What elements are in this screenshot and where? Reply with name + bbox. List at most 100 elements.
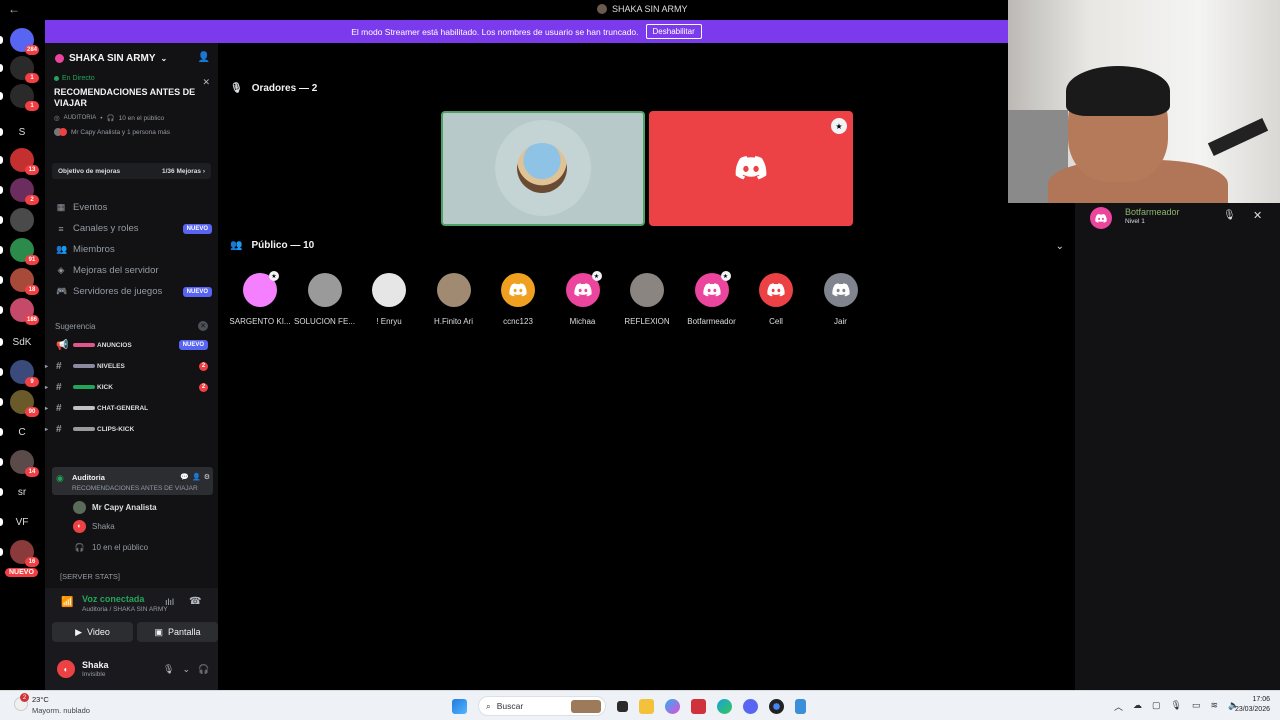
close-icon[interactable]: ✕ (1253, 209, 1262, 222)
dismiss-icon[interactable]: ✕ (198, 321, 208, 331)
discord-icon[interactable] (743, 698, 758, 714)
chat-icon[interactable]: 💬 (180, 473, 189, 481)
channel-item[interactable]: 📢 ANUNCIOS NUEVO (45, 335, 218, 355)
audience-member[interactable]: ! Enryu (357, 273, 421, 326)
chrome-icon[interactable] (769, 698, 784, 714)
screen-share-button[interactable]: ▣ Pantalla (137, 622, 218, 642)
close-icon[interactable]: ✕ (202, 77, 210, 88)
display-icon[interactable]: ▭ (1192, 700, 1201, 713)
wps-office-icon[interactable] (691, 698, 706, 714)
mention-badge: 13 (25, 165, 39, 175)
server-icon[interactable]: 9 (10, 360, 39, 387)
server-avatar-icon (597, 4, 607, 14)
server-icon[interactable]: S (10, 120, 34, 144)
server-icon[interactable]: 14 (10, 450, 39, 477)
back-arrow-icon[interactable]: ← (8, 2, 20, 16)
channel-item[interactable]: ▸ # NIVELES 2 (45, 356, 218, 376)
speaker-tile[interactable]: ★ (649, 111, 853, 226)
disable-streamer-button[interactable]: Deshabilitar (645, 24, 702, 39)
disconnect-icon[interactable]: ☎ (189, 596, 201, 607)
voice-channel-auditoria[interactable]: ◉ Auditoria RECOMENDACIONES ANTES DE VIA… (52, 467, 213, 495)
server-icon[interactable]: 91 (10, 238, 39, 265)
server-icon[interactable]: 13 (10, 148, 39, 175)
file-explorer-icon[interactable] (639, 698, 654, 714)
microphone-icon[interactable]: 🎙 (1171, 700, 1182, 713)
edge-icon[interactable] (717, 698, 732, 714)
server-icon[interactable]: SdK (10, 330, 34, 354)
taskbar-clock[interactable]: 17:06 23/03/2026 (1226, 695, 1270, 715)
menu-item-channels[interactable]: ≡ Canales y roles NUEVO (52, 218, 212, 239)
server-icon[interactable]: 284 (10, 28, 39, 55)
caret-right-icon[interactable]: ▸ (45, 384, 48, 391)
audience-member[interactable]: REFLEXION (615, 273, 679, 326)
noise-suppression-icon[interactable]: ılıl (165, 597, 174, 607)
server-icon[interactable]: 2 (10, 178, 39, 205)
server-icon[interactable]: sr (10, 480, 34, 504)
headphones-icon: 🎧 (106, 115, 115, 122)
unread-pill (0, 398, 3, 406)
caret-right-icon[interactable]: ▸ (45, 363, 48, 370)
mention-badge: 284 (24, 45, 39, 55)
task-view-icon[interactable] (617, 700, 628, 712)
avatar[interactable]: ◐ (57, 660, 75, 678)
notepad-icon[interactable] (795, 698, 806, 714)
cloud-icon[interactable]: ☁ (1133, 700, 1142, 713)
copilot-icon[interactable] (665, 698, 680, 714)
audience-member[interactable]: ★ SARGENTO KI... (228, 271, 292, 326)
server-icon[interactable]: 18 (10, 268, 39, 295)
add-member-icon[interactable]: 👤 (198, 52, 210, 63)
server-icon[interactable]: 16 (10, 540, 39, 567)
server-icon[interactable]: 1 (10, 84, 39, 111)
chevron-down-icon[interactable]: ⌄ (1056, 241, 1064, 252)
microphone-icon[interactable]: 🎙 (163, 664, 174, 675)
channel-item[interactable]: ▸ # CLIPS-KICK (45, 419, 218, 439)
signal-icon[interactable]: 📶 (61, 597, 73, 608)
server-icon[interactable]: 186 (10, 298, 39, 325)
server-icon[interactable]: VF (10, 510, 34, 534)
gear-icon[interactable]: ⚙ (204, 473, 210, 481)
speakers-header: 🎙 Oradores — 2 (230, 83, 317, 94)
server-icon[interactable]: 90 (10, 390, 39, 417)
headphones-icon[interactable]: 🎧 (198, 664, 209, 675)
menu-item-boost[interactable]: ◈ Mejoras del servidor (52, 260, 212, 281)
audience-member[interactable]: ★ Michaa (551, 271, 615, 326)
audience-member[interactable]: H.Finito Ari (422, 273, 486, 326)
caret-right-icon[interactable]: ▸ (45, 405, 48, 412)
video-button[interactable]: ▶ Video (52, 622, 133, 642)
chevron-down-icon[interactable]: ⌄ (182, 664, 190, 675)
voice-member[interactable]: ◐ Shaka (73, 517, 115, 535)
speaker-tile[interactable] (441, 111, 645, 226)
moderator-icon: ★ (591, 271, 602, 281)
stage-audience-count: 10 en el público (118, 114, 165, 122)
weather-badge: 2 (20, 693, 29, 702)
channel-item[interactable]: ▸ # KICK 2 (45, 377, 218, 397)
voice-member[interactable]: Mr Capy Analista (73, 498, 157, 516)
live-stage-card[interactable]: En Directo ✕ RECOMENDACIONES ANTES DE VI… (50, 75, 213, 155)
audience-member[interactable]: Cell (744, 273, 808, 326)
invite-to-speak-icon[interactable]: 🎙 (1223, 210, 1236, 221)
menu-item-gamepad[interactable]: 🎮 Servidores de juegos NUEVO (52, 281, 212, 302)
channel-item[interactable]: ▸ # CHAT-GENERAL (45, 398, 218, 418)
audience-member[interactable]: Jair (809, 273, 873, 326)
caret-right-icon[interactable]: ▸ (45, 426, 48, 433)
discord-logo-icon (767, 283, 785, 297)
audience-member[interactable]: ★ Botfarmeador (680, 271, 744, 326)
tray-app-icon[interactable]: ▢ (1152, 700, 1161, 713)
menu-item-members[interactable]: 👥 Miembros (52, 239, 212, 260)
server-icon[interactable]: 1 (10, 56, 39, 83)
server-header[interactable]: SHAKA SIN ARMY ⌄ 👤 (45, 43, 218, 73)
menu-item-calendar[interactable]: ▦ Eventos (52, 197, 212, 218)
bot-name: Botfarmeador (1125, 207, 1180, 217)
audience-member[interactable]: SOLUCION FE... (293, 273, 357, 326)
chevron-up-icon[interactable]: ︿ (1114, 700, 1123, 713)
audience-member[interactable]: ccnc123 (486, 273, 550, 326)
taskbar-search[interactable]: ⌕ Buscar (478, 696, 606, 716)
voice-audience[interactable]: 🎧 10 en el público (73, 538, 149, 556)
server-icon[interactable] (10, 208, 34, 232)
server-stats-category[interactable]: [SERVER STATS] (60, 572, 120, 581)
server-icon[interactable]: C (10, 420, 34, 444)
boost-goal[interactable]: Objetivo de mejoras 1/36 Mejoras › (52, 163, 211, 179)
wifi-icon[interactable]: ≋ (1210, 700, 1218, 713)
windows-start-icon[interactable] (452, 698, 467, 714)
invite-icon[interactable]: 👤 (192, 473, 201, 481)
